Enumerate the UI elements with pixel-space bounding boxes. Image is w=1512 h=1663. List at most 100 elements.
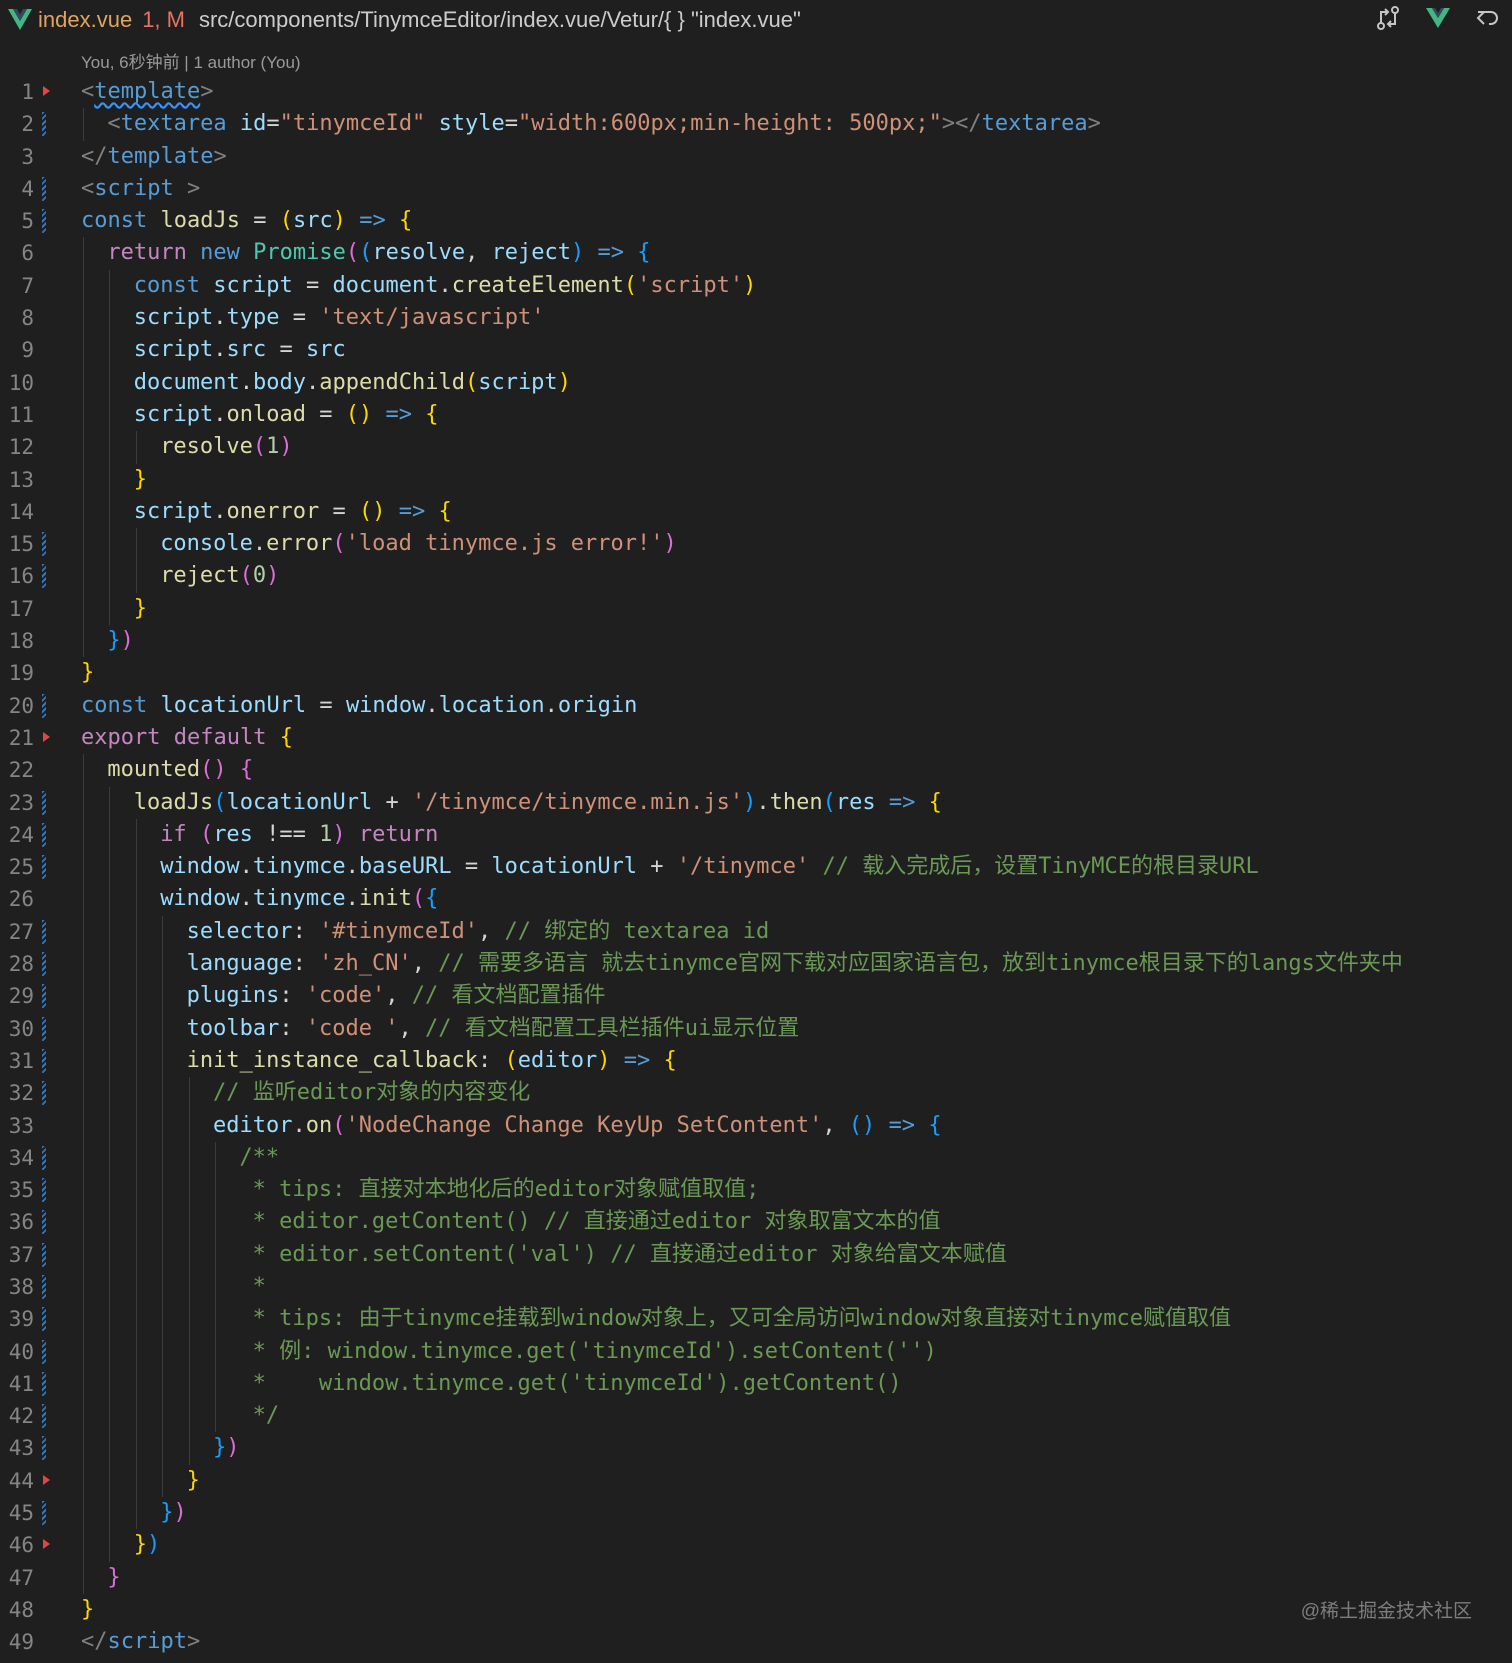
git-compare-icon[interactable] — [1374, 4, 1402, 32]
code-line[interactable]: 17} — [0, 592, 1512, 626]
line-number[interactable]: 5 — [0, 205, 34, 237]
code-text[interactable]: * — [239, 1271, 266, 1303]
code-text[interactable]: * editor.getContent() // 直接通过editor 对象取富… — [239, 1206, 941, 1238]
line-number[interactable]: 26 — [0, 883, 34, 915]
line-number[interactable]: 14 — [0, 496, 34, 528]
go-back-icon[interactable] — [1474, 4, 1502, 32]
code-line[interactable]: 30 toolbar: 'code ', // 看文档配置工具栏插件ui显示位置 — [0, 1012, 1512, 1045]
modified-lines-marker[interactable] — [42, 1371, 46, 1396]
code-text[interactable]: </script> — [81, 1626, 200, 1658]
code-line[interactable]: 28 language: 'zh_CN', // 需要多语言 就去tinymce官… — [0, 948, 1512, 981]
code-text[interactable]: document.body.appendChild(script) — [134, 367, 571, 399]
code-text[interactable]: }) — [134, 1529, 161, 1561]
modified-lines-marker[interactable] — [42, 1242, 46, 1267]
modified-lines-marker[interactable] — [42, 564, 46, 589]
code-text[interactable]: script.onerror = () => { — [134, 496, 452, 528]
code-text[interactable]: // 监听editor对象的内容变化 — [213, 1077, 530, 1109]
code-line[interactable]: 25 window.tinymce.baseURL = locationUrl +… — [0, 851, 1512, 884]
code-text[interactable]: console.error('load tinymce.js error!') — [160, 528, 677, 560]
deleted-lines-marker[interactable] — [43, 731, 50, 742]
code-line[interactable]: 46}) — [0, 1529, 1512, 1562]
code-text[interactable]: editor.on('NodeChange Change KeyUp SetCo… — [213, 1110, 942, 1142]
line-number[interactable]: 35 — [0, 1174, 34, 1206]
line-number[interactable]: 34 — [0, 1142, 34, 1174]
deleted-lines-marker[interactable] — [43, 86, 50, 96]
code-text[interactable]: export default { — [81, 722, 293, 754]
modified-lines-marker[interactable] — [42, 984, 46, 1009]
modified-lines-marker[interactable] — [42, 1436, 46, 1461]
vue-preview-icon[interactable] — [1424, 4, 1452, 32]
code-line[interactable]: 4 <script > — [0, 173, 1512, 205]
code-line[interactable]: 1 <template> — [0, 76, 1512, 108]
code-text[interactable]: selector: '#tinymceId', // 绑定的 textarea … — [187, 916, 770, 948]
code-text[interactable]: reject(0) — [160, 560, 279, 592]
code-text[interactable]: } — [187, 1465, 200, 1497]
line-number[interactable]: 32 — [0, 1077, 34, 1109]
code-line[interactable]: 36 * editor.getContent() // 直接通过editor 对… — [0, 1206, 1512, 1239]
line-number[interactable]: 18 — [0, 625, 34, 657]
line-number[interactable]: 37 — [0, 1239, 34, 1271]
code-text[interactable]: script.src = src — [134, 334, 346, 366]
modified-lines-marker[interactable] — [42, 1404, 46, 1429]
line-number[interactable]: 15 — [0, 528, 34, 560]
line-number[interactable]: 23 — [0, 787, 34, 819]
code-text[interactable]: } — [81, 657, 94, 689]
code-text[interactable]: * 例: window.tinymce.get('tinymceId').set… — [239, 1336, 937, 1368]
line-number[interactable]: 12 — [0, 431, 34, 463]
code-text[interactable]: /** — [239, 1142, 279, 1174]
code-line[interactable]: 19} — [0, 657, 1512, 689]
line-number[interactable]: 20 — [0, 690, 34, 722]
modified-lines-marker[interactable] — [42, 822, 46, 847]
line-number[interactable]: 45 — [0, 1497, 34, 1529]
code-text[interactable]: } — [107, 1562, 120, 1594]
modified-lines-marker[interactable] — [42, 1016, 46, 1041]
code-line[interactable]: 42 */ — [0, 1400, 1512, 1433]
code-line[interactable]: 48} — [0, 1594, 1512, 1626]
line-number[interactable]: 7 — [0, 270, 34, 302]
line-number[interactable]: 25 — [0, 851, 34, 883]
code-line[interactable]: 33 editor.on('NodeChange Change KeyUp Set… — [0, 1109, 1512, 1142]
code-line[interactable]: 5 const loadJs = (src) => { — [0, 205, 1512, 237]
line-number[interactable]: 39 — [0, 1303, 34, 1335]
modified-lines-marker[interactable] — [42, 1081, 46, 1106]
modified-lines-marker[interactable] — [42, 112, 46, 137]
code-line[interactable]: 38 * — [0, 1270, 1512, 1304]
git-blame-codelens[interactable]: You, 6秒钟前 | 1 author (You) — [81, 48, 301, 73]
code-line[interactable]: 49 </script> — [0, 1626, 1512, 1658]
breadcrumb[interactable]: src/components/TinymceEditor/index.vue/V… — [199, 7, 801, 33]
deleted-lines-marker[interactable] — [43, 1474, 50, 1485]
line-number[interactable]: 31 — [0, 1045, 34, 1077]
code-text[interactable]: <script > — [81, 173, 200, 205]
code-line[interactable]: 40 * 例: window.tinymce.get('tinymceId').… — [0, 1335, 1512, 1368]
code-line[interactable]: 29 plugins: 'code', // 看文档配置插件 — [0, 980, 1512, 1013]
code-area[interactable]: 1 <template> 2 <textarea id="tinymceId" sty… — [0, 76, 1512, 1659]
code-text[interactable]: if (res !== 1) return — [160, 819, 438, 851]
line-number[interactable]: 4 — [0, 173, 34, 205]
code-line[interactable]: 15 console.error('load tinymce.js error!'… — [0, 528, 1512, 561]
code-line[interactable]: 31 init_instance_callback: (editor) => { — [0, 1044, 1512, 1078]
line-number[interactable]: 8 — [0, 302, 34, 334]
file-tab-name[interactable]: index.vue — [38, 7, 132, 33]
code-line[interactable]: 16 reject(0) — [0, 560, 1512, 593]
code-text[interactable]: }) — [107, 625, 134, 657]
modified-lines-marker[interactable] — [42, 176, 46, 201]
code-line[interactable]: 39 * tips: 由于tinymce挂载到window对象上，又可全局访问w… — [0, 1303, 1512, 1336]
code-text[interactable]: <template> — [81, 76, 213, 108]
modified-lines-marker[interactable] — [42, 532, 46, 557]
line-number[interactable]: 16 — [0, 560, 34, 592]
line-number[interactable]: 49 — [0, 1626, 34, 1658]
code-line[interactable]: 7 const script = document.createElement('… — [0, 269, 1512, 303]
line-number[interactable]: 48 — [0, 1594, 34, 1626]
line-number[interactable]: 28 — [0, 948, 34, 980]
code-text[interactable]: * window.tinymce.get('tinymceId').getCon… — [239, 1368, 902, 1400]
code-line[interactable]: 21 export default { — [0, 722, 1512, 754]
line-number[interactable]: 22 — [0, 754, 34, 786]
code-text[interactable]: * tips: 由于tinymce挂载到window对象上，又可全局访问wind… — [239, 1303, 1231, 1335]
modified-lines-marker[interactable] — [42, 952, 46, 977]
modified-lines-marker[interactable] — [42, 1178, 46, 1203]
code-line[interactable]: 14 script.onerror = () => { — [0, 495, 1512, 529]
code-text[interactable]: mounted() { — [107, 754, 253, 786]
code-line[interactable]: 35 * tips: 直接对本地化后的editor对象赋值取值; — [0, 1174, 1512, 1207]
line-number[interactable]: 2 — [0, 108, 34, 140]
code-line[interactable]: 43}) — [0, 1432, 1512, 1465]
